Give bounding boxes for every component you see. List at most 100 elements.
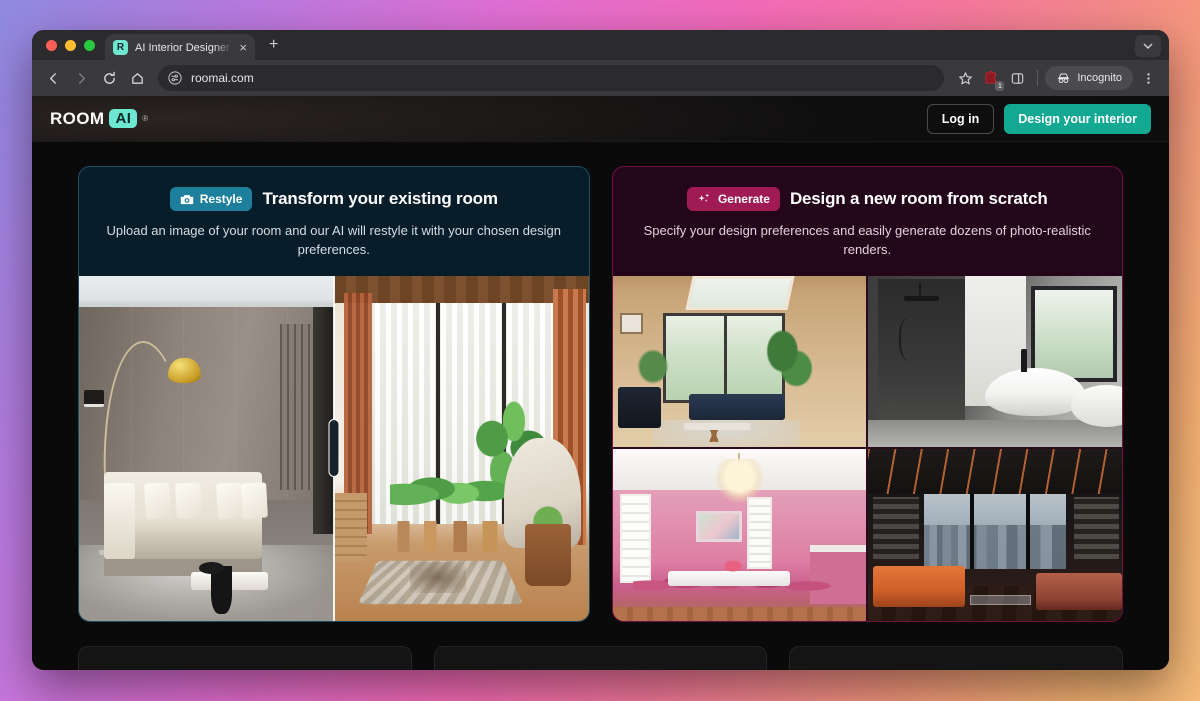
city-skyline — [924, 524, 1067, 570]
logo-registered-mark: ® — [142, 114, 149, 123]
after-room-render — [333, 275, 589, 621]
incognito-indicator[interactable]: Incognito — [1045, 66, 1133, 90]
design-your-interior-button[interactable]: Design your interior — [1004, 103, 1151, 134]
next-section-card[interactable] — [789, 645, 1124, 670]
before-lamp-shade — [168, 358, 202, 383]
next-section-card[interactable] — [433, 645, 768, 670]
chevron-down-icon — [1143, 43, 1153, 49]
tab-search-button[interactable] — [1135, 35, 1161, 57]
generate-card[interactable]: Generate Design a new room from scratch … — [611, 166, 1123, 622]
desktop-background: R AI Interior Designer – Try for f × + — [0, 0, 1200, 701]
generate-card-title: Design a new room from scratch — [789, 189, 1048, 208]
skylight — [684, 275, 794, 310]
flower-centerpiece — [721, 558, 745, 573]
right-glazing — [1073, 497, 1120, 559]
restyle-pill-label: Restyle — [199, 192, 243, 206]
wall-art — [620, 313, 643, 334]
site-logo[interactable]: ROOM AI ® — [50, 109, 149, 129]
extension-badge-count: 1 — [995, 81, 1005, 91]
before-cushion — [174, 482, 203, 518]
glass-coffee-table — [969, 594, 1031, 606]
login-button[interactable]: Log in — [926, 103, 995, 134]
bookmark-button[interactable] — [952, 65, 978, 91]
before-cushion — [241, 482, 269, 518]
maximize-window-button[interactable] — [84, 39, 95, 51]
before-room-render — [79, 275, 334, 621]
feature-cards-row: Restyle Transform your existing room Upl… — [32, 142, 1169, 622]
sparkles-icon — [698, 193, 710, 202]
close-window-button[interactable] — [46, 39, 57, 51]
window-mullion — [1025, 493, 1030, 570]
incognito-label: Incognito — [1077, 72, 1122, 84]
back-button[interactable] — [40, 65, 66, 91]
forward-button[interactable] — [68, 65, 94, 91]
restyle-title-row: Restyle Transform your existing room — [99, 187, 569, 211]
restyle-card-title: Transform your existing room — [262, 189, 498, 208]
dining-table — [668, 570, 791, 587]
generate-title-row: Generate Design a new room from scratch — [633, 187, 1103, 211]
left-glazing — [873, 497, 919, 559]
render-thumbnail-dark-loft[interactable] — [868, 449, 1122, 621]
tub-faucet — [1020, 349, 1027, 372]
before-image — [79, 275, 334, 621]
incognito-icon — [1058, 72, 1070, 83]
new-tab-button[interactable]: + — [269, 37, 278, 53]
favicon-icon: R — [113, 40, 128, 55]
extension-button[interactable]: 1 — [980, 67, 1005, 91]
render-thumbnail-pink-dining-room[interactable] — [612, 449, 867, 621]
slider-handle[interactable] — [328, 419, 340, 478]
address-bar[interactable]: roomai.com — [158, 65, 945, 91]
generate-render-grid[interactable] — [612, 275, 1122, 621]
back-arrow-icon — [49, 72, 56, 84]
shower-head — [903, 296, 940, 302]
render-thumbnail-wood-living-room[interactable] — [612, 275, 867, 448]
camera-icon — [180, 194, 193, 204]
render-grid — [612, 275, 1122, 621]
site-header: ROOM AI ® Log in Design your interior — [32, 96, 1169, 142]
window-mullion — [969, 493, 974, 570]
browser-tab-strip: R AI Interior Designer – Try for f × + — [32, 30, 1169, 61]
address-bar-url: roomai.com — [191, 71, 254, 85]
browser-tab[interactable]: R AI Interior Designer – Try for f × — [105, 34, 255, 61]
floor — [868, 419, 1122, 448]
restyle-card-header: Restyle Transform your existing room Upl… — [79, 167, 589, 276]
logo-word: ROOM — [50, 108, 105, 128]
browser-menu-button[interactable] — [1135, 65, 1161, 91]
toolbar-divider — [1037, 70, 1039, 86]
armchair — [617, 387, 661, 429]
shower-hose — [898, 316, 924, 362]
split-view-button[interactable] — [1004, 65, 1030, 91]
reload-button[interactable] — [96, 65, 122, 91]
after-wood-ceiling — [333, 275, 589, 304]
render-thumbnail-dark-bathroom[interactable] — [868, 275, 1122, 448]
after-side-cabinet — [333, 493, 367, 563]
restyle-pill: Restyle — [169, 187, 253, 211]
before-after-slider[interactable] — [79, 275, 589, 621]
after-plant-pots — [389, 520, 513, 552]
home-button[interactable] — [124, 65, 150, 91]
close-tab-icon[interactable]: × — [239, 41, 247, 54]
page-viewport: ROOM AI ® Log in Design your interior Re… — [32, 96, 1169, 670]
minimize-window-button[interactable] — [65, 39, 76, 51]
generate-pill: Generate — [686, 187, 780, 211]
after-image — [333, 275, 589, 621]
before-wall-unit — [84, 389, 105, 407]
before-sofa-arm — [104, 482, 136, 559]
browser-toolbar: roomai.com 1 Incognito — [32, 60, 1169, 96]
sofa — [688, 394, 786, 420]
before-wall-slats — [280, 323, 314, 490]
generate-card-header: Generate Design a new room from scratch … — [613, 167, 1123, 276]
restyle-card[interactable]: Restyle Transform your existing room Upl… — [78, 166, 590, 622]
kebab-menu-icon — [1146, 72, 1150, 84]
plant-right — [759, 327, 816, 396]
next-section-row — [32, 622, 1169, 670]
restyle-card-subtitle: Upload an image of your room and our AI … — [106, 223, 561, 257]
generate-pill-label: Generate — [717, 192, 770, 206]
next-section-card[interactable] — [78, 645, 412, 670]
leather-sofa — [1035, 572, 1122, 611]
site-settings-icon[interactable] — [168, 71, 182, 85]
window-controls — [42, 30, 105, 60]
forward-arrow-icon — [78, 72, 85, 84]
orange-sofa — [873, 565, 965, 607]
window-mullion — [724, 313, 728, 403]
